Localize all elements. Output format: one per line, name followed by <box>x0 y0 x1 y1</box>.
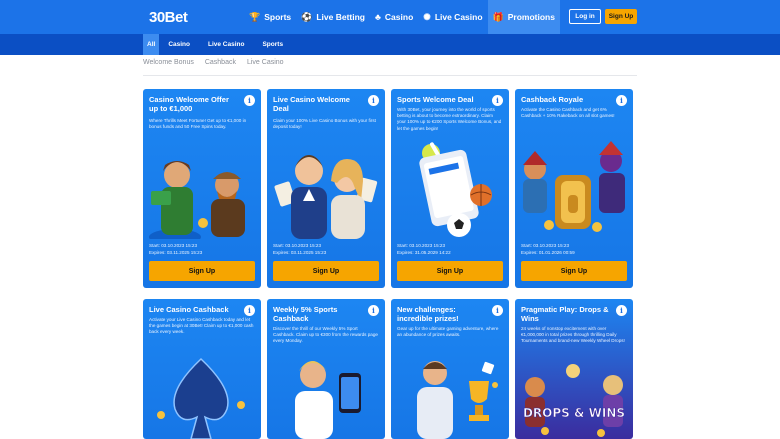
nav-label: Live Casino <box>434 12 483 22</box>
nav-casino[interactable]: ♣ Casino <box>370 0 418 34</box>
start-date: Start: 03.10.2023 15:23 <box>273 243 322 248</box>
trophy-winner-illustration <box>417 361 498 439</box>
divider <box>143 75 637 76</box>
card-description: Activate your Live Casino Cashback today… <box>149 317 254 335</box>
card-title: Casino Welcome Offer up to €1,000 <box>149 95 229 114</box>
spade-illustration <box>157 357 245 439</box>
card-description: Claim your 100% Live Casino Bonus with y… <box>273 118 376 130</box>
casino-icon: ♣ <box>375 12 381 22</box>
card-title: Pragmatic Play: Drops & Wins <box>521 305 609 324</box>
brand-logo[interactable]: 30Bet <box>149 9 188 26</box>
info-icon[interactable]: i <box>492 305 503 316</box>
sign-up-button[interactable]: Sign Up <box>397 261 503 281</box>
main-nav: 🏆 Sports ⚽ Live Betting ♣ Casino ✺ Live … <box>244 0 560 34</box>
promo-card-weekly-sports-cashback[interactable]: Weekly 5% Sports Cashback i Discover the… <box>267 299 385 439</box>
card-description: With 30Bet, your journey into the world … <box>397 107 502 131</box>
card-title: New challenges: incredible prizes! <box>397 305 459 324</box>
start-date: Start: 03.10.2023 15:23 <box>521 243 570 248</box>
sign-up-button[interactable]: Sign Up <box>273 261 379 281</box>
card-description: Gear up for the ultimate gaming adventur… <box>397 326 499 338</box>
trophy-icon: 🏆 <box>249 11 261 22</box>
dealers-illustration <box>274 155 378 239</box>
signup-button[interactable]: Sign Up <box>605 9 637 24</box>
start-date: Start: 03.10.2023 15:23 <box>149 243 198 248</box>
filter-live-casino[interactable]: Live Casino <box>199 34 253 55</box>
card-title: Sports Welcome Deal <box>397 95 474 104</box>
info-icon[interactable]: i <box>368 305 379 316</box>
promo-card-cashback-royale[interactable]: Cashback Royale i Activate the Casino Ca… <box>515 89 633 288</box>
info-icon[interactable]: i <box>616 305 627 316</box>
promo-card-live-casino-cashback[interactable]: Live Casino Cashback i Activate your Liv… <box>143 299 261 439</box>
info-icon[interactable]: i <box>616 95 627 106</box>
promo-tabs: Welcome Bonus Cashback Live Casino <box>143 59 284 66</box>
card-title: Live Casino Welcome Deal <box>273 95 350 114</box>
filter-all[interactable]: All <box>143 34 160 55</box>
card-dates: Start: 03.10.2023 15:23 Expires: 01.01.2… <box>521 243 575 257</box>
gift-icon: 🎁 <box>492 11 504 22</box>
promo-card-sports-welcome[interactable]: Sports Welcome Deal i With 30Bet, your j… <box>391 89 509 288</box>
card-description: Activate the Casino Cashback and get 6% … <box>521 107 615 119</box>
sports-fan-illustration <box>295 361 361 439</box>
drops-wins-illustration: DROPS & WINS <box>523 364 625 437</box>
expiry-date: Expires: 03.11.2025 15:23 <box>273 249 327 255</box>
info-icon[interactable]: i <box>492 95 503 106</box>
sub-navigation-bar <box>0 34 780 55</box>
card-dates: Start: 03.10.2023 15:23 Expires: 31.05.2… <box>397 243 451 257</box>
card-description: 24 weeks of nonstop excitement with over… <box>521 326 625 344</box>
nav-label: Casino <box>384 12 414 22</box>
drops-wins-logo-text: DROPS & WINS <box>523 406 625 420</box>
expiry-date: Expires: 31.05.2029 14:22 <box>397 249 451 255</box>
sign-up-button[interactable]: Sign Up <box>521 261 627 281</box>
live-casino-icon: ✺ <box>423 11 431 22</box>
tab-live-casino[interactable]: Live Casino <box>247 59 284 66</box>
card-title: Live Casino Cashback <box>149 305 229 314</box>
card-title: Cashback Royale <box>521 95 584 104</box>
category-filter: All Casino Live Casino Sports <box>143 34 292 55</box>
sign-up-button[interactable]: Sign Up <box>149 261 255 281</box>
filter-sports[interactable]: Sports <box>253 34 292 55</box>
live-betting-icon: ⚽ <box>301 11 313 22</box>
promo-card-drops-and-wins[interactable]: Pragmatic Play: Drops & Wins i 24 weeks … <box>515 299 633 439</box>
info-icon[interactable]: i <box>244 95 255 106</box>
nav-live-betting[interactable]: ⚽ Live Betting <box>296 0 370 34</box>
adventurers-illustration <box>149 161 245 239</box>
promo-card-live-casino-welcome[interactable]: Live Casino Welcome Deal i Claim your 10… <box>267 89 385 288</box>
tab-cashback[interactable]: Cashback <box>205 59 236 66</box>
nav-promotions[interactable]: 🎁 Promotions <box>487 0 560 34</box>
info-icon[interactable]: i <box>244 305 255 316</box>
nav-label: Promotions <box>507 12 555 22</box>
filter-casino[interactable]: Casino <box>159 34 199 55</box>
info-icon[interactable]: i <box>368 95 379 106</box>
tab-welcome-bonus[interactable]: Welcome Bonus <box>143 59 194 66</box>
nav-sports[interactable]: 🏆 Sports <box>244 0 296 34</box>
sports-phone-illustration <box>419 142 492 237</box>
card-title: Weekly 5% Sports Cashback <box>273 305 338 324</box>
promo-card-casino-welcome[interactable]: Casino Welcome Offer up to €1,000 i Wher… <box>143 89 261 288</box>
card-description: Where Thrills Meet Fortune! Get up to €1… <box>149 118 247 130</box>
expiry-date: Expires: 03.11.2025 15:23 <box>149 249 203 255</box>
nav-live-casino[interactable]: ✺ Live Casino <box>418 0 487 34</box>
start-date: Start: 03.10.2023 15:23 <box>397 243 446 248</box>
expiry-date: Expires: 01.01.2026 00:59 <box>521 249 575 255</box>
nav-label: Live Betting <box>316 12 366 22</box>
card-dates: Start: 03.10.2023 15:23 Expires: 03.11.2… <box>149 243 202 257</box>
login-button[interactable]: Log in <box>569 9 601 24</box>
cashback-characters-illustration <box>523 141 625 232</box>
card-dates: Start: 03.10.2023 15:23 Expires: 03.11.2… <box>273 243 326 257</box>
promo-card-new-challenges[interactable]: New challenges: incredible prizes! i Gea… <box>391 299 509 439</box>
card-description: Discover the thrill of our Weekly 5% Spo… <box>273 326 378 344</box>
nav-label: Sports <box>264 12 292 22</box>
